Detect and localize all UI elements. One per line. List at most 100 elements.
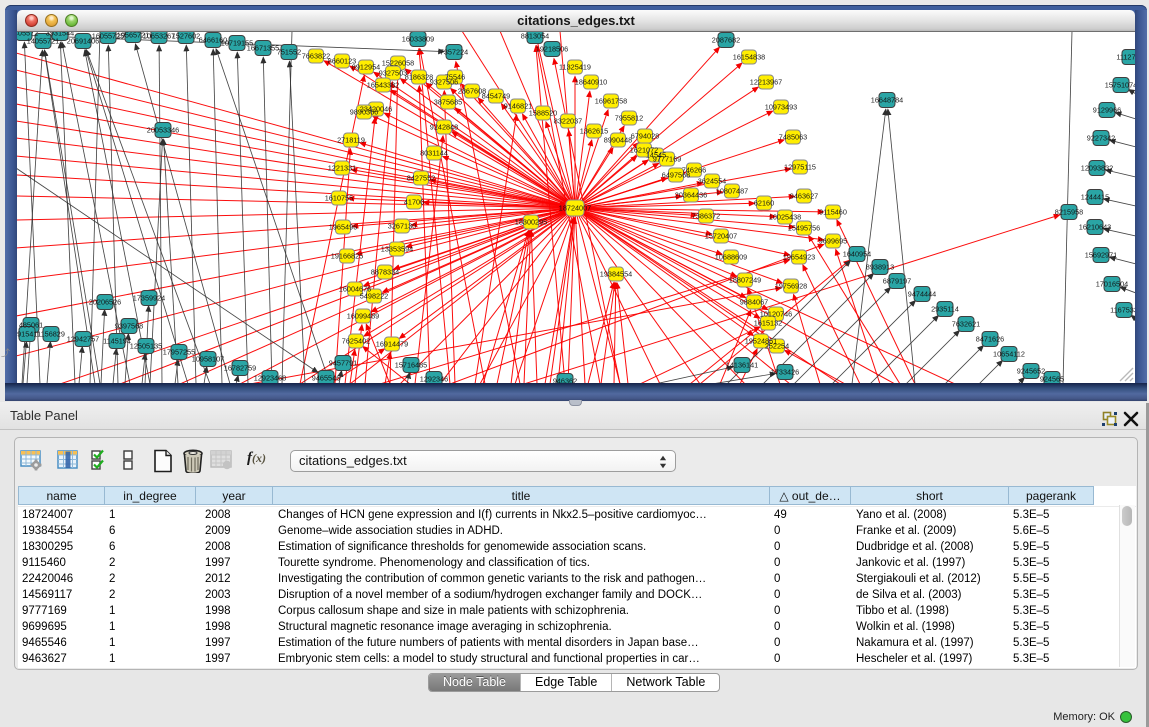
svg-text:17016504: 17016504 — [1096, 280, 1128, 289]
svg-text:17957255: 17957255 — [163, 348, 195, 357]
svg-text:20053346: 20053346 — [147, 126, 179, 135]
svg-text:41700: 41700 — [404, 198, 424, 207]
svg-text:12093832: 12093832 — [1081, 164, 1113, 173]
svg-text:1292346: 1292346 — [420, 375, 448, 383]
svg-text:15495756: 15495756 — [788, 224, 820, 233]
svg-text:1610755: 1610755 — [325, 194, 353, 203]
svg-text:12975115: 12975115 — [784, 163, 816, 172]
svg-text:6794028: 6794028 — [631, 132, 659, 141]
svg-text:8813054: 8813054 — [521, 32, 549, 41]
svg-text:9242848: 9242848 — [430, 123, 458, 132]
svg-text:1145194: 1145194 — [103, 337, 131, 346]
svg-text:9115460: 9115460 — [819, 208, 847, 217]
svg-text:11325419: 11325419 — [559, 63, 591, 72]
svg-text:2718119: 2718119 — [337, 136, 365, 145]
svg-text:75546: 75546 — [445, 73, 465, 82]
svg-text:16154838: 16154838 — [733, 53, 765, 62]
svg-text:924565: 924565 — [1040, 375, 1064, 383]
svg-text:7955812: 7955812 — [615, 114, 643, 123]
svg-text:15751074: 15751074 — [1105, 81, 1135, 90]
svg-text:20364436: 20364436 — [675, 191, 707, 200]
svg-text:19218506: 19218506 — [536, 45, 568, 54]
svg-text:252254: 252254 — [765, 342, 789, 351]
svg-text:746266: 746266 — [682, 166, 706, 175]
svg-text:7386372: 7386372 — [692, 212, 720, 221]
svg-text:9884067: 9884067 — [740, 298, 768, 307]
svg-text:19166825: 19166825 — [331, 252, 363, 261]
svg-text:12213967: 12213967 — [750, 78, 782, 87]
svg-text:18640910: 18640910 — [575, 78, 607, 87]
svg-text:16914479: 16914479 — [376, 340, 408, 349]
svg-text:8912954: 8912954 — [352, 63, 380, 72]
svg-text:15720407: 15720407 — [705, 232, 737, 241]
svg-text:2935114: 2935114 — [931, 305, 959, 314]
svg-text:9890366: 9890366 — [350, 108, 378, 117]
svg-text:9777169: 9777169 — [653, 155, 681, 164]
svg-text:9463627: 9463627 — [790, 192, 818, 201]
svg-text:12923468: 12923468 — [254, 374, 286, 383]
svg-text:13353594: 13353594 — [381, 245, 413, 254]
svg-text:8215958: 8215958 — [1055, 208, 1083, 217]
svg-text:16782759: 16782759 — [224, 364, 256, 373]
svg-text:1615132: 1615132 — [754, 319, 782, 328]
svg-text:8322037: 8322037 — [554, 117, 582, 126]
svg-text:10120746: 10120746 — [760, 310, 792, 319]
svg-text:1733426: 1733426 — [771, 368, 799, 377]
svg-text:8990448: 8990448 — [604, 136, 632, 145]
svg-text:18300295: 18300295 — [515, 218, 547, 227]
svg-text:15226058: 15226058 — [382, 59, 414, 68]
svg-text:8454749: 8454749 — [482, 92, 510, 101]
svg-text:62160: 62160 — [754, 199, 774, 208]
svg-text:7625402: 7625402 — [342, 337, 370, 346]
svg-text:6879197: 6879197 — [883, 277, 911, 286]
svg-text:14136141: 14136141 — [726, 361, 758, 370]
svg-text:16648784: 16648784 — [871, 96, 903, 105]
svg-text:9129966: 9129966 — [1093, 106, 1121, 115]
svg-text:10958107: 10958107 — [192, 355, 224, 364]
svg-text:485061: 485061 — [19, 321, 43, 330]
svg-text:16210643: 16210643 — [1079, 223, 1111, 232]
svg-text:14055721: 14055721 — [27, 37, 59, 46]
svg-text:7663822: 7663822 — [302, 52, 330, 61]
svg-text:19384554: 19384554 — [600, 270, 632, 279]
svg-text:3875685: 3875685 — [434, 98, 462, 107]
svg-text:8427552: 8427552 — [407, 174, 435, 183]
svg-text:7485063: 7485063 — [779, 133, 807, 142]
svg-text:10654112: 10654112 — [993, 350, 1025, 359]
svg-text:12505135: 12505135 — [130, 342, 162, 351]
svg-text:9699695: 9699695 — [819, 237, 847, 246]
svg-text:16099489: 16099489 — [347, 312, 379, 321]
svg-text:10025438: 10025438 — [769, 213, 801, 222]
svg-text:10688609: 10688609 — [715, 253, 747, 262]
svg-text:1244415: 1244415 — [1081, 193, 1109, 202]
svg-text:1221331: 1221331 — [328, 164, 356, 173]
svg-text:2087682: 2087682 — [712, 36, 740, 45]
svg-text:1362615: 1362615 — [580, 127, 608, 136]
svg-text:3624554: 3624554 — [698, 177, 726, 186]
svg-text:19756928: 19756928 — [775, 282, 807, 291]
svg-text:9465546: 9465546 — [312, 374, 340, 383]
svg-text:18807249: 18807249 — [729, 276, 761, 285]
svg-text:1112705: 1112705 — [1116, 53, 1135, 62]
svg-text:10807487: 10807487 — [716, 187, 748, 196]
svg-text:9397568: 9397568 — [115, 322, 143, 331]
svg-text:1156829: 1156829 — [37, 330, 65, 339]
svg-text:20206526: 20206526 — [89, 298, 121, 307]
svg-text:10653267: 10653267 — [143, 32, 175, 41]
svg-text:18724007: 18724007 — [559, 204, 591, 213]
svg-text:9327503: 9327503 — [379, 69, 407, 78]
svg-text:15716485: 15716485 — [395, 361, 427, 370]
svg-text:5498222: 5498222 — [360, 292, 388, 301]
svg-text:1640954: 1640954 — [843, 250, 871, 259]
svg-text:1527602: 1527602 — [172, 32, 200, 41]
svg-text:16671355: 16671355 — [247, 44, 279, 53]
svg-text:16961758: 16961758 — [595, 97, 627, 106]
svg-text:9227342: 9227342 — [1087, 134, 1115, 143]
svg-text:1965496: 1965496 — [329, 223, 357, 232]
svg-text:15692971: 15692971 — [1085, 251, 1117, 260]
svg-text:9474444: 9474444 — [908, 290, 936, 299]
svg-text:7357224: 7357224 — [440, 48, 468, 57]
svg-text:8878334: 8878334 — [371, 268, 399, 277]
svg-text:8471626: 8471626 — [976, 335, 1004, 344]
svg-text:17359924: 17359924 — [133, 294, 165, 303]
